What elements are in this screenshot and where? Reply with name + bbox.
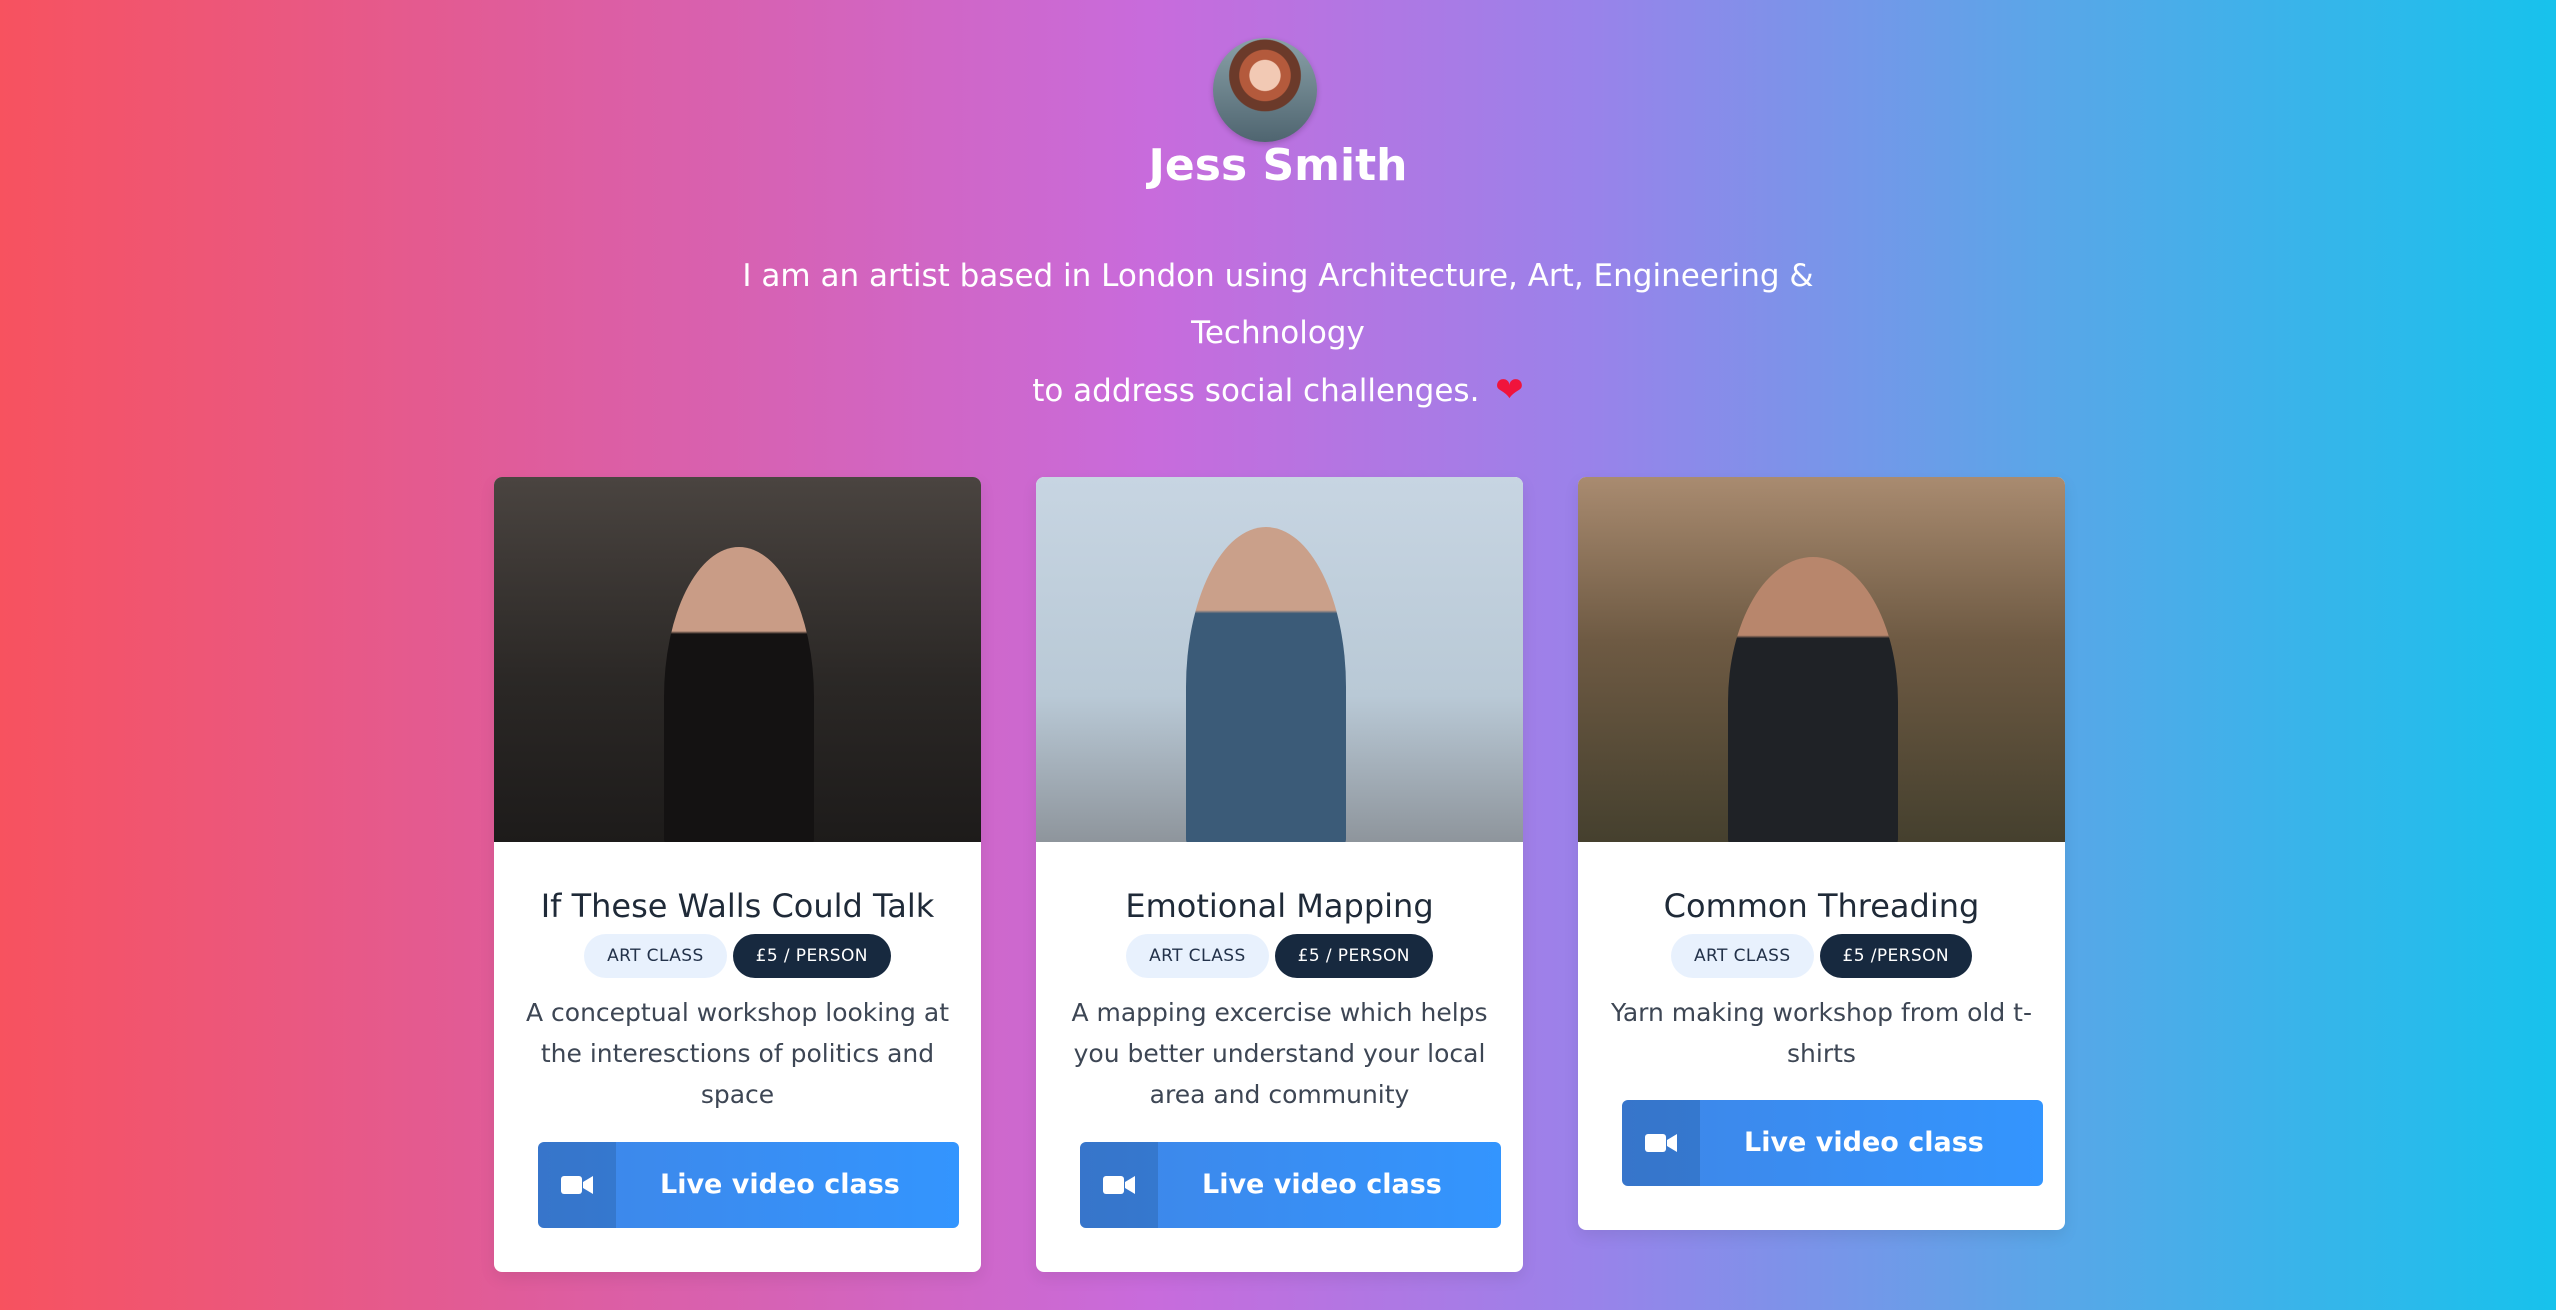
class-type-badge: ART CLASS xyxy=(1126,934,1269,978)
class-description: Yarn making workshop from old t-shirts xyxy=(1610,998,2033,1068)
class-type-badge: ART CLASS xyxy=(584,934,727,978)
person-photo xyxy=(664,547,814,842)
price-badge: £5 / PERSON xyxy=(732,934,891,978)
class-title: Emotional Mapping xyxy=(1125,887,1434,925)
class-card-body: Common Threading ART CLASS £5 /PERSON Ya… xyxy=(1578,842,2065,1074)
bio-line-2: to address social challenges. xyxy=(1032,373,1480,409)
profile-avatar[interactable] xyxy=(1213,38,1317,142)
profile-bio: I am an artist based in London using Arc… xyxy=(678,248,1878,420)
heart-icon: ❤ xyxy=(1495,370,1524,410)
class-tags: ART CLASS £5 / PERSON xyxy=(524,934,951,978)
price-badge: £5 / PERSON xyxy=(1274,934,1433,978)
class-description: A mapping excercise which helps you bett… xyxy=(1071,998,1488,1109)
class-tags: ART CLASS £5 / PERSON xyxy=(1066,934,1493,978)
class-title: Common Threading xyxy=(1663,887,1980,925)
class-photo xyxy=(494,477,981,842)
class-card-threading[interactable]: Common Threading ART CLASS £5 /PERSON Ya… xyxy=(1578,477,2065,1230)
video-camera-icon xyxy=(538,1142,616,1228)
bio-line-2-wrap: to address social challenges. ❤ xyxy=(678,362,1878,420)
bio-line-1: I am an artist based in London using Arc… xyxy=(742,258,1814,351)
class-photo xyxy=(1578,477,2065,842)
live-video-class-button[interactable]: Live video class xyxy=(538,1142,959,1228)
class-card-mapping[interactable]: Emotional Mapping ART CLASS £5 / PERSON … xyxy=(1036,477,1523,1272)
live-video-class-button[interactable]: Live video class xyxy=(1622,1100,2043,1186)
video-camera-icon xyxy=(1080,1142,1158,1228)
video-camera-icon xyxy=(1622,1100,1700,1186)
class-card-body: Emotional Mapping ART CLASS £5 / PERSON … xyxy=(1036,842,1523,1115)
button-label: Live video class xyxy=(1202,1169,1442,1200)
price-badge: £5 /PERSON xyxy=(1819,934,1972,978)
profile-name: Jess Smith xyxy=(1148,140,1408,191)
class-card-body: If These Walls Could Talk ART CLASS £5 /… xyxy=(494,842,981,1115)
person-photo xyxy=(1186,527,1346,842)
person-photo xyxy=(1728,557,1898,842)
class-card-walls[interactable]: If These Walls Could Talk ART CLASS £5 /… xyxy=(494,477,981,1272)
class-tags: ART CLASS £5 /PERSON xyxy=(1608,934,2035,978)
live-video-class-button[interactable]: Live video class xyxy=(1080,1142,1501,1228)
class-description: A conceptual workshop looking at the int… xyxy=(525,998,949,1109)
class-title: If These Walls Could Talk xyxy=(540,887,935,925)
button-label: Live video class xyxy=(1744,1127,1984,1158)
button-label: Live video class xyxy=(660,1169,900,1200)
class-type-badge: ART CLASS xyxy=(1670,934,1814,978)
class-photo xyxy=(1036,477,1523,842)
